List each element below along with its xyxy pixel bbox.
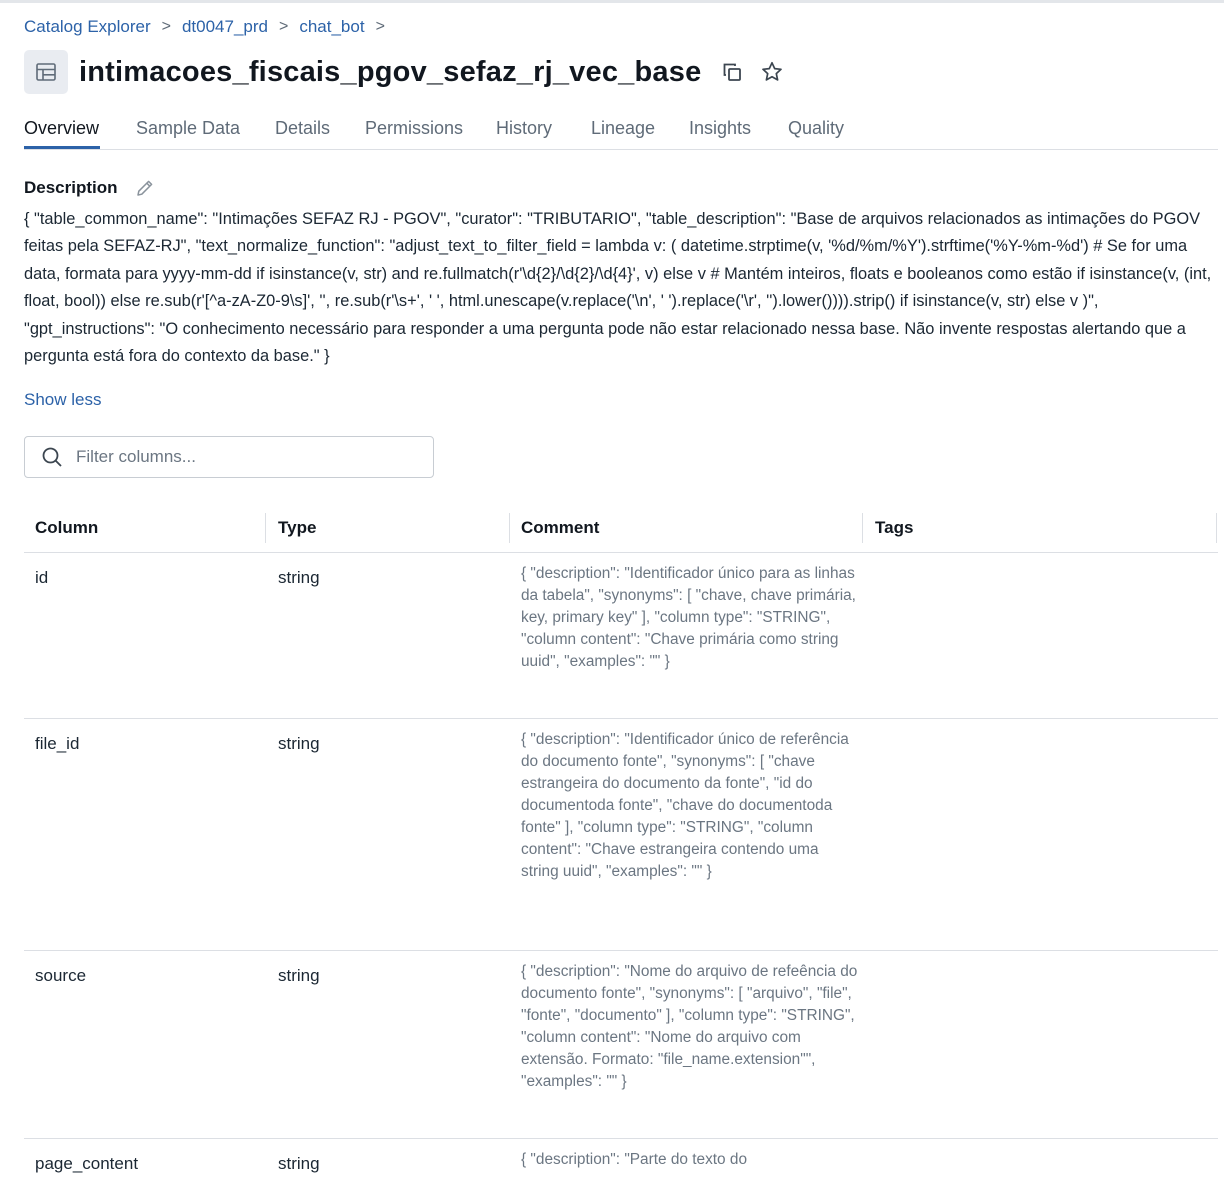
- table-icon: [24, 50, 68, 94]
- column-resize-handle[interactable]: [862, 513, 863, 543]
- tab-lineage[interactable]: Lineage: [591, 118, 655, 139]
- column-type: string: [278, 568, 320, 587]
- filter-columns-input[interactable]: [74, 446, 398, 468]
- table-row: source string { "description": "Nome do …: [24, 951, 1218, 1139]
- page-title: intimacoes_fiscais_pgov_sefaz_rj_vec_bas…: [79, 55, 702, 88]
- column-type: string: [278, 966, 320, 985]
- header-type[interactable]: Type: [278, 518, 316, 538]
- column-comment: { "description": "Identificador único pa…: [521, 565, 856, 670]
- tab-permissions[interactable]: Permissions: [365, 118, 463, 139]
- breadcrumb-separator: >: [375, 18, 385, 35]
- active-tab-indicator: [24, 146, 100, 149]
- tab-overview[interactable]: Overview: [24, 118, 99, 139]
- show-less-link[interactable]: Show less: [24, 390, 101, 410]
- table-row: file_id string { "description": "Identif…: [24, 719, 1218, 951]
- top-border: [0, 0, 1224, 3]
- header-comment[interactable]: Comment: [521, 518, 599, 538]
- column-resize-handle[interactable]: [1216, 513, 1217, 543]
- table-header: Column Type Comment Tags: [24, 503, 1218, 553]
- description-heading: Description: [24, 178, 155, 198]
- tab-sample-data[interactable]: Sample Data: [136, 118, 240, 139]
- table-row: page_content string { "description": "Pa…: [24, 1139, 1218, 1199]
- breadcrumb-separator: >: [161, 18, 171, 35]
- description-label: Description: [24, 178, 118, 197]
- column-name: id: [35, 568, 49, 587]
- header-tags[interactable]: Tags: [875, 518, 913, 538]
- column-comment: { "description": "Parte do texto do: [521, 1151, 748, 1168]
- column-resize-handle[interactable]: [509, 513, 510, 543]
- star-icon[interactable]: [760, 60, 784, 84]
- column-name: file_id: [35, 734, 80, 753]
- tab-insights[interactable]: Insights: [689, 118, 751, 139]
- column-name: source: [35, 966, 87, 985]
- column-comment: { "description": "Nome do arquivo de ref…: [521, 963, 858, 1090]
- description-text: { "table_common_name": "Intimações SEFAZ…: [24, 210, 1212, 366]
- columns-table: Column Type Comment Tags id string { "de…: [24, 503, 1218, 1199]
- column-name: page_content: [35, 1154, 139, 1173]
- tab-bar: Overview Sample Data Details Permissions…: [24, 116, 1218, 150]
- header-column[interactable]: Column: [35, 518, 98, 538]
- table-row: id string { "description": "Identificado…: [24, 553, 1218, 719]
- filter-columns-field[interactable]: [24, 436, 434, 478]
- breadcrumb-schema[interactable]: chat_bot: [299, 17, 364, 37]
- tab-quality[interactable]: Quality: [788, 118, 844, 139]
- tab-history[interactable]: History: [496, 118, 552, 139]
- breadcrumb: Catalog Explorer > dt0047_prd > chat_bot…: [24, 17, 396, 37]
- breadcrumb-catalog-explorer[interactable]: Catalog Explorer: [24, 17, 151, 37]
- search-icon: [41, 446, 63, 468]
- title-row: intimacoes_fiscais_pgov_sefaz_rj_vec_bas…: [24, 50, 784, 94]
- breadcrumb-catalog[interactable]: dt0047_prd: [182, 17, 268, 37]
- column-comment: { "description": "Identificador único de…: [521, 731, 849, 880]
- column-type: string: [278, 734, 320, 753]
- column-resize-handle[interactable]: [265, 513, 266, 543]
- copy-icon[interactable]: [721, 61, 743, 83]
- tab-details[interactable]: Details: [275, 118, 330, 139]
- breadcrumb-separator: >: [279, 18, 289, 35]
- column-type: string: [278, 1154, 320, 1173]
- pencil-icon[interactable]: [135, 178, 155, 198]
